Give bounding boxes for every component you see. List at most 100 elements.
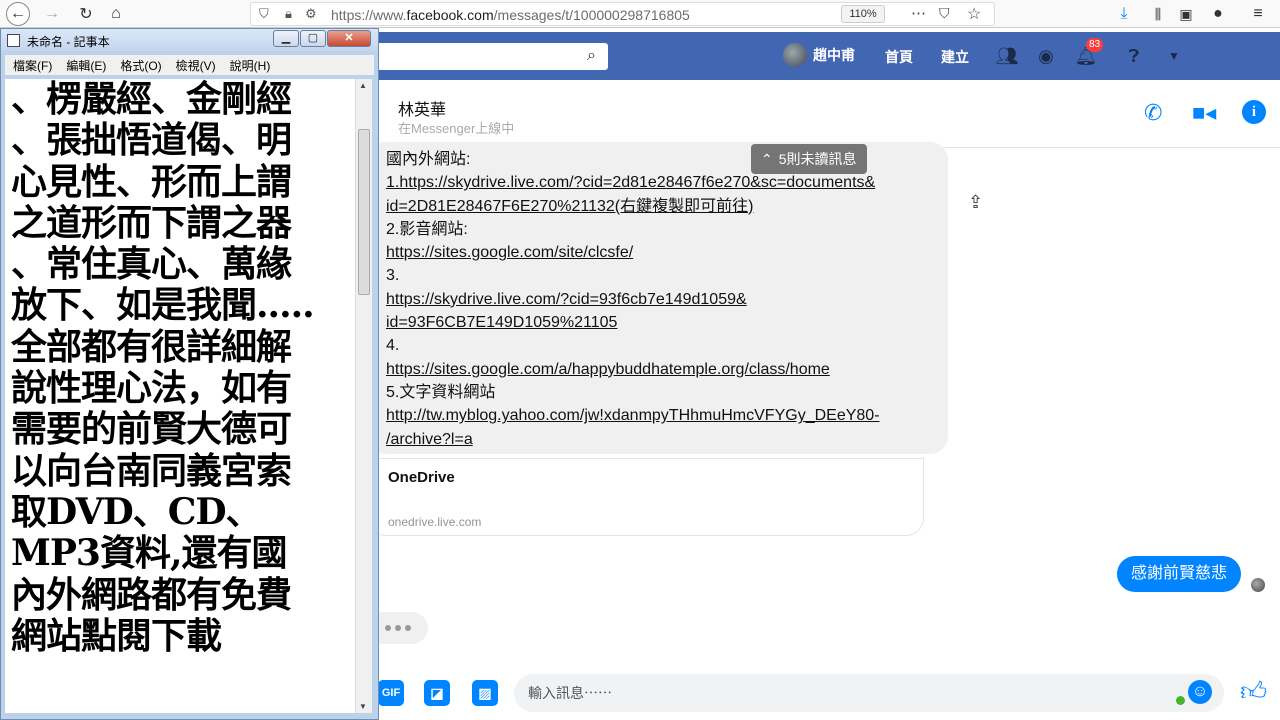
- message-list: 國內外網站: 1.https://skydrive.live.com/?cid=…: [368, 142, 1280, 670]
- contact-name[interactable]: 林英華: [398, 96, 446, 120]
- voice-call-icon[interactable]: ✆: [1144, 100, 1162, 126]
- text-line: MP3資料,還有國: [11, 532, 288, 575]
- message-link[interactable]: 1.https://skydrive.live.com/?cid=2d81e28…: [386, 171, 930, 194]
- vertical-scrollbar[interactable]: ▲ ▼: [355, 79, 372, 713]
- link-preview-card[interactable]: OneDrive onedrive.live.com: [368, 458, 924, 536]
- message-input[interactable]: 輸入訊息⋯⋯: [514, 674, 1224, 712]
- zoom-level[interactable]: 110%: [841, 5, 885, 23]
- emoji-icon[interactable]: ☺: [1188, 680, 1212, 704]
- text-line: 以向台南同義宮索: [11, 449, 292, 492]
- close-icon[interactable]: ✕: [327, 30, 371, 47]
- menu-icon[interactable]: ≡: [1246, 2, 1270, 26]
- menu-format[interactable]: 格式(O): [120, 57, 161, 74]
- menu-help[interactable]: 說明(H): [230, 57, 271, 74]
- help-icon[interactable]: ❓︎: [1122, 44, 1146, 68]
- url-text: https://www.facebook.com/messages/t/1000…: [331, 7, 690, 23]
- maximize-icon[interactable]: ▢: [300, 30, 326, 47]
- sticker-icon[interactable]: ◪: [424, 680, 450, 706]
- text-line: 網站點閱下載: [11, 614, 222, 657]
- share-icon[interactable]: ⇪: [968, 192, 983, 213]
- window-title: 未命名 - 記事本: [27, 35, 110, 49]
- nav-create[interactable]: 建立: [941, 47, 969, 67]
- forward-icon[interactable]: →: [40, 2, 64, 26]
- outgoing-message-bubble[interactable]: 感謝前賢慈悲: [1117, 556, 1242, 592]
- home-icon[interactable]: ⌂: [104, 2, 128, 26]
- online-status-dot: [1176, 696, 1185, 705]
- notification-count-badge: 83: [1086, 38, 1104, 52]
- search-input[interactable]: ⌕: [378, 43, 608, 70]
- photo-icon[interactable]: ▨: [472, 680, 498, 706]
- thumbs-up-icon[interactable]: 👍︎: [1240, 676, 1267, 707]
- text-line: 內外網路都有免費: [11, 573, 292, 616]
- reload-icon[interactable]: ↻: [74, 2, 98, 26]
- text-line: 全部都有很詳細解: [11, 325, 292, 368]
- profile-link[interactable]: 趙中甫: [783, 43, 855, 67]
- account-icon[interactable]: ●: [1206, 2, 1230, 26]
- unread-messages-pill[interactable]: ⌃ 5則未讀訊息: [751, 144, 867, 174]
- text-line: 之道形而下謂之器: [11, 201, 292, 244]
- text-line: 放下、如是我聞.....: [11, 284, 315, 327]
- nav-home[interactable]: 首頁: [885, 47, 913, 67]
- avatar: [783, 43, 807, 67]
- contact-status: 在Messenger上線中: [398, 121, 515, 136]
- text-line: 、楞嚴經、金剛經: [11, 79, 292, 120]
- message-composer: GIF ◪ ▨ 輸入訊息⋯⋯ ☺ 👍︎: [378, 670, 1280, 720]
- messenger-icon[interactable]: ◉: [1034, 44, 1058, 68]
- menu-view[interactable]: 檢視(V): [176, 57, 216, 74]
- text-line: 、常住真心、萬緣: [11, 243, 292, 286]
- info-icon[interactable]: i: [1242, 100, 1266, 124]
- address-bar[interactable]: ⛉ 🔒︎ ⚙ https://www.facebook.com/messages…: [250, 2, 995, 26]
- message-link[interactable]: id=2D81E28467F6E270%21132(右鍵複製即可前往): [386, 195, 930, 218]
- notepad-titlebar[interactable]: 未命名 - 記事本 ▁ ▢ ✕: [1, 29, 378, 51]
- message-link[interactable]: https://sites.google.com/site/clcsfe/: [386, 241, 930, 264]
- pocket-icon[interactable]: ⛉: [939, 5, 950, 22]
- back-icon[interactable]: ←: [6, 2, 30, 26]
- incoming-message-bubble[interactable]: 國內外網站: 1.https://skydrive.live.com/?cid=…: [368, 142, 948, 454]
- account-menu-icon[interactable]: ▼: [1162, 44, 1186, 68]
- message-link[interactable]: https://skydrive.live.com/?cid=93f6cb7e1…: [386, 288, 930, 311]
- notepad-icon: [7, 34, 20, 47]
- unread-messages-label: 5則未讀訊息: [778, 151, 857, 167]
- link-preview-domain: onedrive.live.com: [388, 515, 482, 529]
- notepad-text-area[interactable]: 、楞嚴經、金剛經 、張拙悟道偈、明 心見性、形而上謂 之道形而下謂之器 、常住真…: [5, 79, 355, 713]
- video-call-icon[interactable]: ■◂: [1192, 100, 1216, 126]
- message-line: 3.: [386, 267, 400, 285]
- search-icon[interactable]: ⌕: [587, 47, 596, 65]
- permissions-icon: ⚙: [305, 6, 317, 21]
- page-actions-icon[interactable]: ⋯: [911, 4, 926, 22]
- browser-toolbar: ← → ↻ ⌂ ⛉ 🔒︎ ⚙ https://www.facebook.com/…: [0, 0, 1280, 28]
- notifications-icon[interactable]: 🔔︎ 83: [1074, 38, 1104, 68]
- scrollbar-thumb[interactable]: [358, 129, 370, 295]
- text-line: 說性理心法，如有: [11, 367, 292, 410]
- library-icon[interactable]: ⫼: [1146, 2, 1170, 26]
- screen: ← → ↻ ⌂ ⛉ 🔒︎ ⚙ https://www.facebook.com/…: [0, 0, 1280, 720]
- menu-file[interactable]: 檔案(F): [13, 57, 52, 74]
- seen-avatar: [1251, 578, 1265, 592]
- scroll-up-icon[interactable]: ▲: [359, 81, 367, 90]
- message-link[interactable]: /archive?l=a: [386, 428, 930, 451]
- notepad-menubar: 檔案(F) 編輯(E) 格式(O) 檢視(V) 說明(H): [5, 55, 374, 75]
- minimize-icon[interactable]: ▁: [273, 30, 299, 47]
- gif-icon[interactable]: GIF: [378, 680, 404, 706]
- lock-icon: 🔒︎: [285, 6, 292, 21]
- download-icon[interactable]: ⤓: [1112, 2, 1136, 26]
- menu-edit[interactable]: 編輯(E): [66, 57, 106, 74]
- link-preview-title: OneDrive: [388, 469, 455, 486]
- text-line: 取DVD、CD、: [11, 490, 262, 533]
- message-link[interactable]: http://tw.myblog.yahoo.com/jw!xdanmpyTHh…: [386, 404, 930, 427]
- scroll-down-icon[interactable]: ▼: [359, 702, 367, 711]
- message-line: 4.: [386, 337, 400, 355]
- conversation-header: 林英華 在Messenger上線中 ✆ ■◂ i: [378, 80, 1280, 148]
- chevron-up-icon: ⌃: [761, 150, 773, 167]
- sidebar-icon[interactable]: ▣: [1174, 2, 1198, 26]
- notepad-window[interactable]: 未命名 - 記事本 ▁ ▢ ✕ 檔案(F) 編輯(E) 格式(O) 檢視(V) …: [0, 28, 379, 720]
- bookmark-star-icon[interactable]: ☆: [967, 4, 981, 24]
- user-name: 趙中甫: [813, 47, 855, 63]
- message-link[interactable]: id=93F6CB7E149D1059%21105: [386, 311, 930, 334]
- message-line: 2.影音網站:: [386, 220, 468, 238]
- text-line: 、張拙悟道偈、明: [11, 119, 292, 162]
- friend-requests-icon[interactable]: 👥︎: [995, 44, 1019, 68]
- shield-icon: ⛉: [259, 6, 269, 21]
- message-link[interactable]: https://sites.google.com/a/happybuddhate…: [386, 358, 930, 381]
- text-line: 心見性、形而上謂: [11, 160, 292, 203]
